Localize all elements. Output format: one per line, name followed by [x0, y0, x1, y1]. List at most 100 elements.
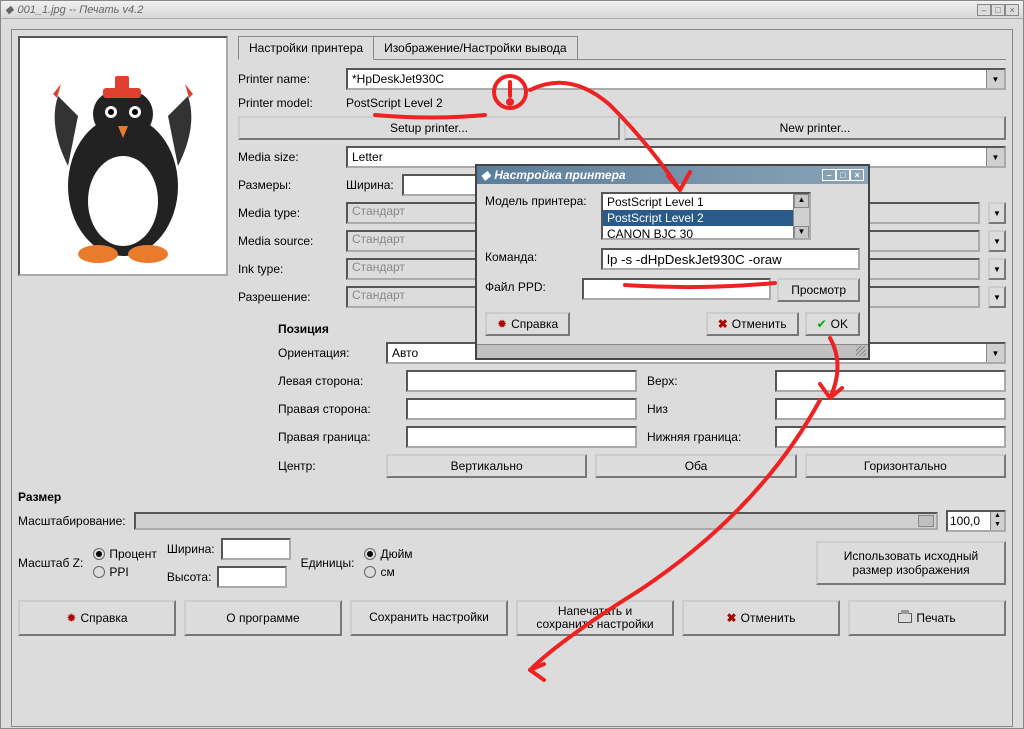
- size-section-title: Размер: [18, 490, 1006, 504]
- printer-model-value: PostScript Level 2: [346, 96, 443, 110]
- ok-icon: ✔: [817, 317, 827, 331]
- left-label: Левая сторона:: [278, 374, 398, 388]
- tab-printer-settings[interactable]: Настройки принтера: [238, 36, 374, 60]
- scalez-radio-group: Процент PPI: [93, 547, 157, 579]
- preview-image: [18, 36, 228, 276]
- scrollbar[interactable]: ▲ ▼: [793, 194, 809, 238]
- scroll-up-icon[interactable]: ▲: [794, 194, 809, 208]
- modal-help-button[interactable]: ✹Справка: [485, 312, 570, 336]
- chevron-down-icon[interactable]: ▼: [988, 230, 1006, 252]
- top-input[interactable]: [775, 370, 1006, 392]
- use-original-size-button[interactable]: Использовать исходный размер изображения: [816, 541, 1006, 585]
- chevron-down-icon[interactable]: ▼: [988, 286, 1006, 308]
- modal-title-text: Настройка принтера: [494, 168, 625, 182]
- list-item[interactable]: CANON BJC 30: [603, 226, 809, 240]
- dimensions-label: Размеры:: [238, 178, 338, 192]
- bottom-border-input[interactable]: [775, 426, 1006, 448]
- resolution-label: Разрешение:: [238, 290, 338, 304]
- new-printer-button[interactable]: New printer...: [624, 116, 1006, 140]
- center-horizontal-button[interactable]: Горизонтально: [805, 454, 1006, 478]
- browse-button[interactable]: Просмотр: [777, 278, 860, 302]
- bottom-input[interactable]: [775, 398, 1006, 420]
- tab-bar: Настройки принтера Изображение/Настройки…: [238, 36, 1006, 60]
- chevron-down-icon[interactable]: ▼: [988, 258, 1006, 280]
- help-icon: ✹: [66, 611, 76, 625]
- ppd-input[interactable]: [582, 278, 771, 300]
- list-item[interactable]: PostScript Level 1: [603, 194, 809, 210]
- scaling-spinbox[interactable]: 100,0 ▲▼: [946, 510, 1006, 532]
- command-input[interactable]: [601, 248, 860, 270]
- modal-cancel-button[interactable]: ✖Отменить: [706, 312, 799, 336]
- size-height-input[interactable]: [217, 566, 287, 588]
- window-icon: ◆: [5, 3, 13, 16]
- width-input[interactable]: [402, 174, 482, 196]
- left-input[interactable]: [406, 370, 637, 392]
- right-input[interactable]: [406, 398, 637, 420]
- modal-model-label: Модель принтера:: [485, 192, 595, 208]
- modal-minimize-button[interactable]: –: [822, 169, 836, 181]
- chevron-down-icon[interactable]: ▼: [986, 148, 1004, 166]
- chevron-down-icon[interactable]: ▼: [986, 344, 1004, 362]
- modal-close-button[interactable]: ×: [850, 169, 864, 181]
- center-label: Центр:: [278, 459, 378, 473]
- setup-printer-button[interactable]: Setup printer...: [238, 116, 620, 140]
- top-label: Верх:: [647, 374, 767, 388]
- media-source-label: Media source:: [238, 234, 338, 248]
- printer-setup-dialog: ◆ Настройка принтера – □ × Модель принте…: [475, 164, 870, 360]
- slider-thumb[interactable]: [918, 515, 934, 527]
- ink-type-label: Ink type:: [238, 262, 338, 276]
- media-size-value: Letter: [352, 150, 383, 164]
- right-border-input[interactable]: [406, 426, 637, 448]
- right-label: Правая сторона:: [278, 402, 398, 416]
- printer-name-value: *HpDeskJet930C: [352, 72, 444, 86]
- modal-maximize-button[interactable]: □: [836, 169, 850, 181]
- print-icon: [898, 613, 912, 623]
- print-and-save-button[interactable]: Напечатать и сохранить настройки: [516, 600, 674, 636]
- tab-output-settings[interactable]: Изображение/Настройки вывода: [373, 36, 577, 59]
- radio-ppi[interactable]: PPI: [93, 565, 157, 579]
- scaling-value: 100,0: [950, 514, 980, 528]
- center-vertical-button[interactable]: Вертикально: [386, 454, 587, 478]
- maximize-button[interactable]: □: [991, 4, 1005, 16]
- radio-percent[interactable]: Процент: [93, 547, 157, 561]
- modal-titlebar: ◆ Настройка принтера – □ ×: [477, 166, 868, 184]
- help-button[interactable]: ✹Справка: [18, 600, 176, 636]
- minimize-button[interactable]: –: [977, 4, 991, 16]
- spin-up-icon[interactable]: ▲: [990, 512, 1004, 521]
- printer-model-listbox[interactable]: PostScript Level 1 PostScript Level 2 CA…: [601, 192, 811, 240]
- modal-ppd-label: Файл PPD:: [485, 278, 576, 294]
- window-title: 001_1.jpg -- Печать v4.2: [17, 4, 143, 16]
- save-settings-button[interactable]: Сохранить настройки: [350, 600, 508, 636]
- scaling-label: Масштабирование:: [18, 514, 126, 528]
- spin-down-icon[interactable]: ▼: [990, 521, 1004, 530]
- modal-statusbar: [477, 344, 868, 358]
- titlebar: ◆ 001_1.jpg -- Печать v4.2 – □ ×: [1, 1, 1023, 19]
- scroll-down-icon[interactable]: ▼: [794, 226, 809, 240]
- printer-name-combo[interactable]: *HpDeskJet930C ▼: [346, 68, 1006, 90]
- modal-icon: ◆: [481, 168, 490, 182]
- radio-icon: [93, 548, 105, 560]
- scaling-slider[interactable]: [134, 512, 938, 530]
- radio-inch[interactable]: Дюйм: [364, 547, 412, 561]
- penguin-icon: [33, 46, 213, 266]
- size-width-input[interactable]: [221, 538, 291, 560]
- right-border-label: Правая граница:: [278, 430, 398, 444]
- cancel-button[interactable]: ✖Отменить: [682, 600, 840, 636]
- media-type-label: Media type:: [238, 206, 338, 220]
- modal-command-label: Команда:: [485, 248, 595, 264]
- print-button[interactable]: Печать: [848, 600, 1006, 636]
- list-item[interactable]: PostScript Level 2: [603, 210, 809, 226]
- bottom-label: Низ: [647, 402, 767, 416]
- printer-model-label: Printer model:: [238, 96, 338, 110]
- printer-name-label: Printer name:: [238, 72, 338, 86]
- chevron-down-icon[interactable]: ▼: [988, 202, 1006, 224]
- radio-cm[interactable]: см: [364, 565, 412, 579]
- resize-grip-icon[interactable]: [856, 346, 866, 356]
- chevron-down-icon[interactable]: ▼: [986, 70, 1004, 88]
- about-button[interactable]: О программе: [184, 600, 342, 636]
- close-button[interactable]: ×: [1005, 4, 1019, 16]
- help-icon: ✹: [497, 317, 507, 331]
- center-both-button[interactable]: Оба: [595, 454, 796, 478]
- width-label: Ширина:: [346, 178, 394, 192]
- modal-ok-button[interactable]: ✔OK: [805, 312, 860, 336]
